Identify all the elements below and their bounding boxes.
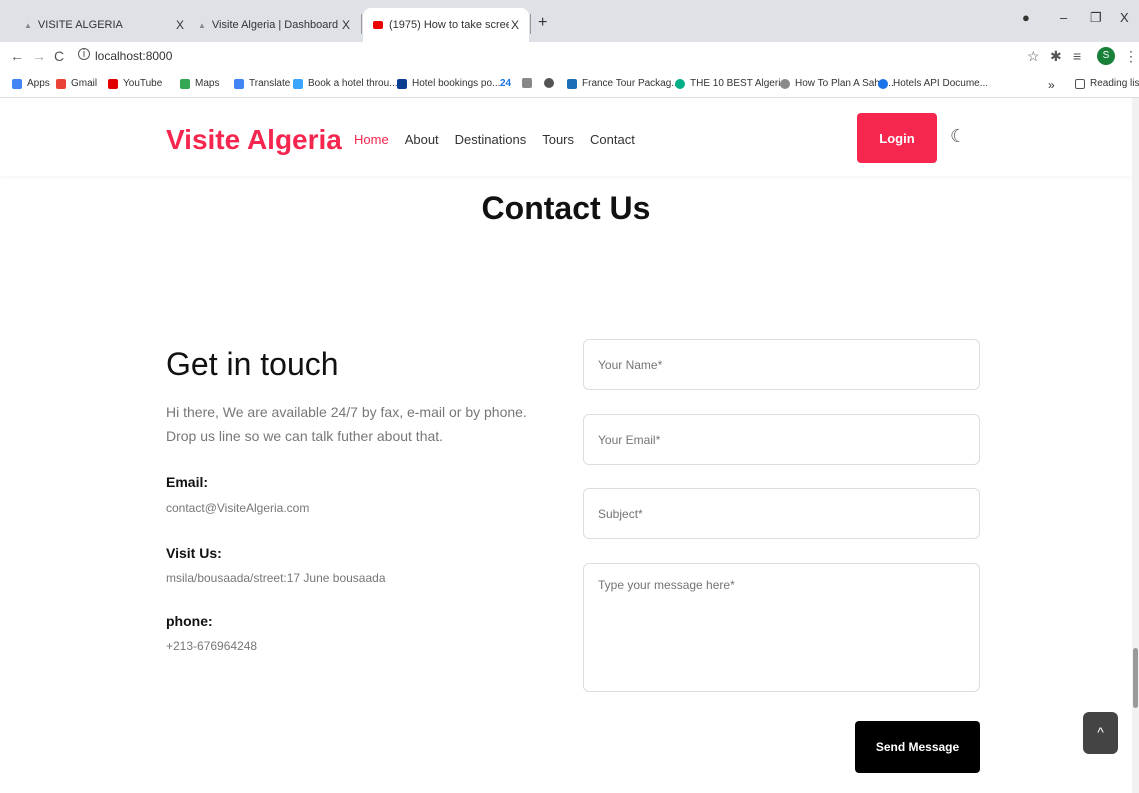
bookmark-tripadvisor[interactable]: THE 10 BEST Algeri... [675, 78, 789, 89]
tab-title: Visite Algeria | Dashboard [211, 19, 339, 31]
close-tab-icon[interactable]: X [342, 18, 350, 32]
web-page: Visite Algeria Home About Destinations T… [0, 98, 1132, 793]
tab-title: (1975) How to take screenshot o [389, 19, 509, 31]
hotel-icon [293, 78, 303, 89]
bookmark-apps[interactable]: Apps [12, 78, 50, 89]
bookmark-france-tour[interactable]: France Tour Packag... [567, 78, 680, 89]
subject-input[interactable] [583, 488, 980, 539]
chevron-up-icon: ^ [1097, 724, 1104, 740]
minimize-button[interactable]: – [1060, 10, 1067, 25]
bookmark-translate[interactable]: Translate [234, 78, 290, 89]
page-scrollbar[interactable] [1132, 98, 1139, 793]
browser-tab-active[interactable]: (1975) How to take screenshot o X [363, 8, 529, 42]
reload-icon[interactable]: C [54, 48, 64, 64]
email-label: Email: [166, 474, 209, 490]
scrollbar-thumb[interactable] [1133, 648, 1138, 708]
extensions-puzzle-icon[interactable]: ✱ [1050, 48, 1062, 65]
api-doc-icon [878, 78, 888, 89]
intro-text: Hi there, We are available 24/7 by fax, … [166, 400, 546, 448]
profile-avatar[interactable]: S [1097, 47, 1115, 65]
nav-destinations[interactable]: Destinations [455, 132, 527, 147]
visit-label: Visit Us: [166, 545, 222, 561]
bookmark-hotels-api[interactable]: Hotels API Docume... [878, 78, 988, 89]
browser-tab-strip: ▲ VISITE ALGERIA X ▲ Visite Algeria | Da… [0, 0, 1139, 42]
nav-about[interactable]: About [405, 132, 439, 147]
main-nav: Home About Destinations Tours Contact [354, 132, 635, 147]
bookmark-sahara[interactable]: How To Plan A Saha... [780, 78, 894, 89]
tripadvisor-icon [675, 78, 685, 89]
phone-label: phone: [166, 613, 213, 629]
translate-icon [234, 78, 244, 89]
name-input[interactable] [583, 339, 980, 390]
bookmark-star-icon[interactable]: ☆ [1027, 48, 1040, 65]
apps-grid-icon [12, 78, 22, 89]
bookmark-hotel-bookings[interactable]: Hotel bookings po... [397, 78, 500, 89]
tab-divider [361, 14, 362, 34]
maximize-button[interactable]: ❐ [1090, 10, 1102, 26]
youtube-icon [373, 21, 383, 29]
intro-line: Drop us line so we can talk futher about… [166, 428, 444, 444]
plane-icon [397, 78, 407, 89]
bookmark-maps[interactable]: Maps [180, 78, 219, 89]
forward-icon[interactable]: → [32, 48, 46, 64]
intro-line: Hi there, We are available 24/7 by fax, … [166, 404, 527, 420]
site-logo[interactable]: Visite Algeria [166, 124, 342, 156]
bookmarks-bar: Apps Gmail YouTube Maps Translate Book a… [0, 72, 1139, 98]
close-tab-icon[interactable]: X [511, 18, 519, 32]
close-tab-icon[interactable]: X [176, 18, 184, 32]
bookmark-hotel[interactable]: Book a hotel throu... [293, 78, 398, 89]
bookmark-globe[interactable] [544, 78, 559, 88]
bookmark-gmail[interactable]: Gmail [56, 78, 97, 89]
reading-list[interactable]: Reading list [1075, 78, 1139, 89]
site-info-icon[interactable]: i [78, 48, 90, 60]
extensions-circle-icon[interactable]: ● [1022, 10, 1030, 25]
email-input[interactable] [583, 414, 980, 465]
site-logo-icon: ▲ [198, 20, 206, 30]
bookmark-youtube[interactable]: YouTube [108, 78, 162, 89]
send-message-button[interactable]: Send Message [855, 721, 980, 773]
bookmark-24[interactable]: 24 [500, 78, 511, 89]
tab-divider [530, 14, 531, 34]
youtube-icon [108, 78, 118, 89]
maps-pin-icon [180, 78, 190, 89]
bookmark-blank[interactable] [522, 78, 537, 88]
page-title: Contact Us [481, 190, 651, 226]
nav-contact[interactable]: Contact [590, 132, 635, 147]
site-logo-icon: ▲ [24, 20, 32, 30]
gmail-icon [56, 78, 66, 89]
media-control-icon[interactable]: ≡ [1073, 48, 1081, 64]
browser-menu-icon[interactable]: ⋮ [1124, 48, 1138, 65]
address-bar-row: ← → C i localhost:8000 ☆ ✱ ≡ S ⋮ [0, 42, 1139, 72]
reading-list-icon [1075, 78, 1085, 89]
globe-icon [544, 78, 554, 88]
nav-tours[interactable]: Tours [542, 132, 574, 147]
tab-title: VISITE ALGERIA [37, 19, 123, 31]
back-icon[interactable]: ← [10, 48, 24, 64]
new-tab-button[interactable]: + [538, 14, 547, 32]
dark-mode-moon-icon[interactable]: ☾ [950, 126, 966, 147]
get-in-touch-heading: Get in touch [166, 346, 339, 382]
visit-value: msila/bousaada/street:17 June bousaada [166, 571, 386, 585]
email-value: contact@VisiteAlgeria.com [166, 501, 310, 515]
browser-tab[interactable]: ▲ Visite Algeria | Dashboard X [188, 8, 360, 42]
phone-value: +213-676964248 [166, 639, 258, 653]
browser-tab[interactable]: ▲ VISITE ALGERIA X [14, 8, 194, 42]
url-field[interactable]: localhost:8000 [95, 49, 172, 63]
message-textarea[interactable] [583, 563, 980, 692]
wordpress-icon [780, 78, 790, 89]
close-window-button[interactable]: X [1120, 10, 1129, 25]
nav-home[interactable]: Home [354, 132, 389, 147]
scroll-to-top-button[interactable]: ^ [1083, 712, 1118, 754]
site-header: Visite Algeria Home About Destinations T… [0, 98, 1132, 176]
bookmarks-overflow-icon[interactable]: » [1048, 78, 1055, 92]
page-icon [522, 78, 532, 88]
login-button[interactable]: Login [857, 113, 937, 163]
tc-icon [567, 78, 577, 89]
